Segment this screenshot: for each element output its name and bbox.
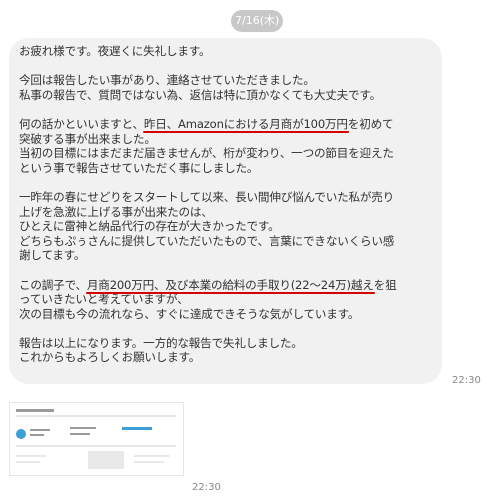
message-text: を初めて [347, 116, 394, 131]
date-separator: 7/16(木) [231, 10, 284, 32]
thumbnail-text-row [70, 427, 96, 429]
message-text: 謝してます。 [19, 248, 86, 263]
screenshot-attachment-thumbnail[interactable] [9, 402, 184, 476]
message-text: 私事の報告で、質問ではない為、返信は特に頂かなくても大丈夫です。 [19, 87, 382, 102]
message-line: お疲れ様です。夜遅くに失礼します。 [19, 44, 436, 59]
message-line: この調子で、月商200万円、及び本業の給料の手取り(22〜24万)越えを狙 [19, 278, 436, 293]
message-text: お疲れ様です。夜遅くに失礼します。 [19, 44, 211, 58]
message-text: 報告は以上になります。一方的な報告で失礼しました。 [19, 335, 303, 350]
message-text: 一昨年の春にせどりをスタートして以来、長い間伸び悩んでいた私が売り [19, 189, 395, 204]
attachment-timestamp: 22:30 [192, 482, 221, 493]
message-line: 次の目標も今の流れなら、すぐに達成できそうな気がしています。 [19, 307, 436, 322]
thumbnail-text-row [134, 461, 164, 463]
thumbnail-badge [16, 429, 26, 439]
message-timestamp: 22:30 [452, 375, 481, 386]
thumbnail-divider [16, 445, 176, 447]
message-bubble: お疲れ様です。夜遅くに失礼します。今回は報告したい事があり、連絡させていただきま… [9, 38, 442, 384]
message-text: 次の目標も今の流れなら、すぐに達成できそうな気がしています。 [19, 306, 360, 321]
message-text: 突破する事が出来ました。 [19, 131, 156, 146]
message-text: この調子で、 [19, 277, 87, 292]
message-text: を狙 [373, 277, 397, 292]
message-text: 今回は報告したい事があり、連絡させていただきました。 [19, 73, 315, 88]
thumbnail-logo [16, 409, 54, 412]
thumbnail-text-row [134, 455, 170, 457]
thumbnail-text-row [30, 429, 50, 431]
thumbnail-text-row [16, 461, 40, 463]
highlighted-text: 昨日、Amazonにおける月商が100万円 [143, 116, 348, 131]
message-line: 報告は以上になります。一方的な報告で失礼しました。 [19, 336, 436, 351]
message-text: 上げを急激に上げる事が出来たのは、 [19, 204, 213, 219]
message-line: どちらもぷぅさんに提供していただいたもので、言葉にできないくらい感 [19, 234, 436, 249]
message-text: ひとえに雷神と納品代行の存在が大きかったです。 [19, 219, 280, 234]
message-line: 一昨年の春にせどりをスタートして以来、長い間伸び悩んでいた私が売り [19, 190, 436, 205]
thumbnail-text-row [70, 433, 90, 435]
message-line: ひとえに雷神と納品代行の存在が大きかったです。 [19, 219, 436, 234]
message-line: 今回は報告したい事があり、連絡させていただきました。 [19, 73, 436, 88]
thumbnail-text-row [16, 455, 46, 457]
message-line: という事で報告させていただく事にしました。 [19, 161, 436, 176]
message-line: 謝してます。 [19, 248, 436, 263]
message-line: 突破する事が出来ました。 [19, 132, 436, 147]
message-line: っていきたいと考えていますが、 [19, 292, 436, 307]
thumbnail-header-rule [16, 415, 176, 417]
message-text: どちらもぷぅさんに提供していただいたもので、言葉にできないくらい感 [19, 233, 395, 248]
highlighted-text: 月商200万円、及び本業の給料の手取り(22〜24万)越え [86, 277, 374, 292]
message-line: 何の話かといいますと、昨日、Amazonにおける月商が100万円を初めて [19, 117, 436, 132]
message-text: という事で報告させていただく事にしました。 [19, 160, 259, 175]
message-text: 何の話かといいますと、 [19, 116, 144, 131]
message-line: 上げを急激に上げる事が出来たのは、 [19, 205, 436, 220]
message-line: これからもよろしくお願いします。 [19, 350, 436, 365]
thumbnail-link-row [122, 427, 152, 430]
message-line: 当初の目標にはまだまだ届きませんが、桁が変わり、一つの節目を迎えた [19, 146, 436, 161]
message-text: これからもよろしくお願いします。 [19, 350, 201, 365]
message-line: 私事の報告で、質問ではない為、返信は特に頂かなくても大丈夫です。 [19, 88, 436, 103]
thumbnail-panel [88, 451, 124, 469]
message-text: っていきたいと考えていますが、 [19, 292, 189, 307]
message-text: 当初の目標にはまだまだ届きませんが、桁が変わり、一つの節目を迎えた [19, 146, 394, 161]
thumbnail-text-row [30, 434, 44, 436]
